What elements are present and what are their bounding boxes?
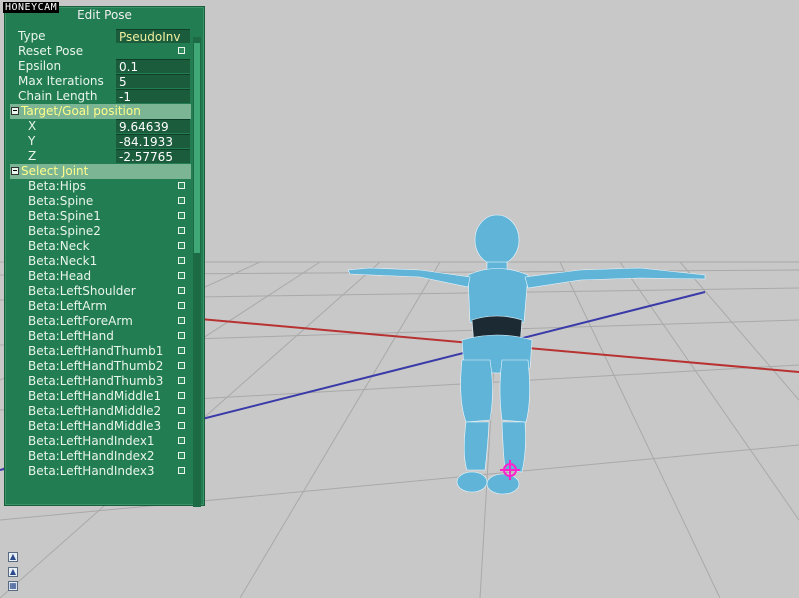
joint-row[interactable]: Beta:LeftHandMiddle3 xyxy=(10,419,190,434)
panel-scrollbar[interactable] xyxy=(193,37,201,507)
type-field[interactable]: PseudoInv xyxy=(116,29,190,44)
target-x-field[interactable]: 9.64639 xyxy=(116,119,190,134)
target-z-label: Z xyxy=(28,149,37,163)
joint-label: Beta:Spine2 xyxy=(28,224,101,238)
joint-row[interactable]: Beta:LeftHandIndex3 xyxy=(10,464,190,479)
joint-checkbox[interactable] xyxy=(178,422,185,429)
joint-row[interactable]: Beta:Head xyxy=(10,269,190,284)
joint-row[interactable]: Beta:LeftArm xyxy=(10,299,190,314)
joint-row[interactable]: Beta:Spine1 xyxy=(10,209,190,224)
joint-checkbox[interactable] xyxy=(178,317,185,324)
joint-checkbox[interactable] xyxy=(178,362,185,369)
joint-label: Beta:Spine1 xyxy=(28,209,101,223)
joint-label: Beta:Neck1 xyxy=(28,254,98,268)
joint-label: Beta:LeftHandMiddle3 xyxy=(28,419,162,433)
joint-row[interactable]: Beta:LeftHandIndex2 xyxy=(10,449,190,464)
reset-pose-checkbox[interactable] xyxy=(178,47,185,54)
collapse-icon[interactable] xyxy=(11,167,19,175)
target-section-header[interactable]: Target/Goal position xyxy=(10,104,191,119)
watermark: HONEYCAM xyxy=(3,2,60,13)
joint-checkbox[interactable] xyxy=(178,287,185,294)
scrollbar-thumb[interactable] xyxy=(194,43,200,253)
joint-label: Beta:LeftHandThumb1 xyxy=(28,344,164,358)
epsilon-row: Epsilon 0.1 xyxy=(10,59,190,74)
max-iterations-label: Max Iterations xyxy=(18,74,104,88)
target-y-field[interactable]: -84.1933 xyxy=(116,134,190,149)
target-y-label: Y xyxy=(28,134,36,148)
joint-checkbox[interactable] xyxy=(178,437,185,444)
type-row: Type PseudoInv xyxy=(10,29,190,44)
joint-checkbox[interactable] xyxy=(178,272,185,279)
joint-label: Beta:LeftHandMiddle1 xyxy=(28,389,162,403)
target-z-field[interactable]: -2.57765 xyxy=(116,149,190,164)
joint-checkbox[interactable] xyxy=(178,227,185,234)
epsilon-label: Epsilon xyxy=(18,59,62,73)
joint-label: Beta:LeftHandMiddle2 xyxy=(28,404,162,418)
joint-row[interactable]: Beta:LeftHandMiddle2 xyxy=(10,404,190,419)
joint-label: Beta:LeftArm xyxy=(28,299,107,313)
chain-length-row: Chain Length -1 xyxy=(10,89,190,104)
target-y-row: Y -84.1933 xyxy=(10,134,190,149)
joint-checkbox[interactable] xyxy=(178,242,185,249)
joint-checkbox[interactable] xyxy=(178,452,185,459)
collapse-icon[interactable] xyxy=(11,107,19,115)
joint-label: Beta:LeftHandIndex2 xyxy=(28,449,155,463)
joint-checkbox[interactable] xyxy=(178,467,185,474)
joint-row[interactable]: Beta:LeftShoulder xyxy=(10,284,190,299)
reset-pose-label: Reset Pose xyxy=(18,44,84,58)
arrow-up-icon[interactable]: ▲ xyxy=(8,552,18,562)
joint-row[interactable]: Beta:Spine xyxy=(10,194,190,209)
joint-label: Beta:LeftForeArm xyxy=(28,314,133,328)
joint-checkbox[interactable] xyxy=(178,332,185,339)
joint-label: Beta:LeftShoulder xyxy=(28,284,136,298)
target-x-row: X 9.64639 xyxy=(10,119,190,134)
joint-row[interactable]: Beta:Spine2 xyxy=(10,224,190,239)
joint-checkbox[interactable] xyxy=(178,257,185,264)
arrow-up-icon[interactable]: ▲ xyxy=(8,567,18,577)
joint-label: Beta:Hips xyxy=(28,179,86,193)
target-z-row: Z -2.57765 xyxy=(10,149,190,164)
joint-label: Beta:LeftHandIndex3 xyxy=(28,464,155,478)
joint-checkbox[interactable] xyxy=(178,392,185,399)
reset-pose-row: Reset Pose xyxy=(10,44,190,59)
joint-row[interactable]: Beta:Neck xyxy=(10,239,190,254)
joint-row[interactable]: Beta:Neck1 xyxy=(10,254,190,269)
target-x-label: X xyxy=(28,119,37,133)
max-iterations-field[interactable]: 5 xyxy=(116,74,190,89)
joint-checkbox[interactable] xyxy=(178,377,185,384)
chain-length-label: Chain Length xyxy=(18,89,98,103)
joint-checkbox[interactable] xyxy=(178,347,185,354)
joint-row[interactable]: Beta:Hips xyxy=(10,179,190,194)
chain-length-field[interactable]: -1 xyxy=(116,89,190,104)
joint-row[interactable]: Beta:LeftHandThumb2 xyxy=(10,359,190,374)
edit-pose-panel: Edit Pose Type PseudoInv Reset Pose Epsi… xyxy=(4,6,205,507)
joint-row[interactable]: Beta:LeftHandMiddle1 xyxy=(10,389,190,404)
joint-checkbox[interactable] xyxy=(178,407,185,414)
grid-icon[interactable]: ▦ xyxy=(8,581,18,591)
joint-row[interactable]: Beta:LeftHandThumb3 xyxy=(10,374,190,389)
max-iterations-row: Max Iterations 5 xyxy=(10,74,190,89)
joint-checkbox[interactable] xyxy=(178,302,185,309)
joint-label: Beta:LeftHandIndex1 xyxy=(28,434,155,448)
joint-label: Beta:Neck xyxy=(28,239,90,253)
joint-row[interactable]: Beta:LeftHand xyxy=(10,329,190,344)
joint-label: Beta:LeftHandThumb2 xyxy=(28,359,164,373)
joint-row[interactable]: Beta:LeftForeArm xyxy=(10,314,190,329)
joint-row[interactable]: Beta:LeftHandIndex1 xyxy=(10,434,190,449)
select-joint-label: Select Joint xyxy=(21,164,89,178)
type-label: Type xyxy=(18,29,46,43)
joint-row[interactable]: Beta:LeftHandThumb1 xyxy=(10,344,190,359)
epsilon-field[interactable]: 0.1 xyxy=(116,59,190,74)
joint-checkbox[interactable] xyxy=(178,182,185,189)
select-joint-section-header[interactable]: Select Joint xyxy=(10,164,191,179)
joint-checkbox[interactable] xyxy=(178,197,185,204)
target-section-label: Target/Goal position xyxy=(21,104,141,118)
joint-label: Beta:Spine xyxy=(28,194,94,208)
joint-label: Beta:LeftHandThumb3 xyxy=(28,374,164,388)
joint-checkbox[interactable] xyxy=(178,212,185,219)
joint-label: Beta:LeftHand xyxy=(28,329,114,343)
joint-label: Beta:Head xyxy=(28,269,92,283)
